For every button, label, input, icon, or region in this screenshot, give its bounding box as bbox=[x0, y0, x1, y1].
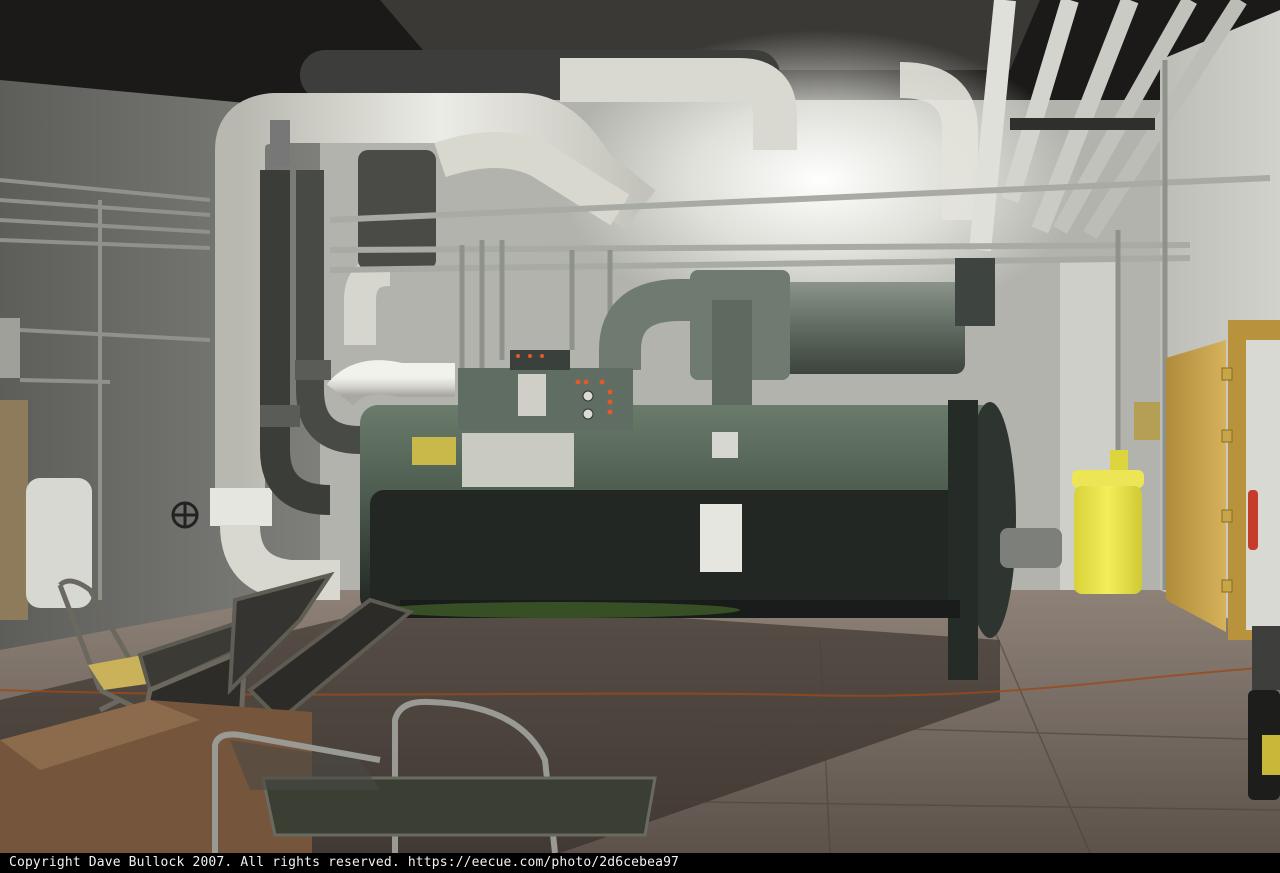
wiring-label-plate bbox=[462, 433, 574, 487]
inspection-tag-paper bbox=[700, 504, 742, 572]
floor-green-reflection bbox=[380, 602, 740, 618]
instrument-screen bbox=[518, 374, 546, 416]
yellow-warning-sticker bbox=[412, 437, 456, 465]
wall-panel bbox=[0, 400, 28, 620]
electrical-box bbox=[0, 318, 20, 378]
chiller-lower-shell bbox=[370, 490, 1000, 610]
photo-scene bbox=[0, 0, 1280, 853]
doorway-interior bbox=[1246, 340, 1280, 630]
diamond-placard bbox=[712, 432, 738, 458]
motor-terminal-box bbox=[955, 258, 995, 326]
pipe-collar bbox=[210, 488, 272, 526]
valve-wheel-left bbox=[171, 501, 199, 529]
copyright-caption: Copyright Dave Bullock 2007. All rights … bbox=[9, 855, 680, 870]
copyright-bar: Copyright Dave Bullock 2007. All rights … bbox=[0, 853, 1280, 873]
pipe-flange bbox=[270, 120, 290, 166]
pipe-hanger bbox=[1010, 118, 1155, 130]
compressor-neck bbox=[712, 300, 752, 410]
open-door bbox=[1166, 340, 1226, 632]
grey-container bbox=[1252, 626, 1280, 690]
white-pipe-mid bbox=[326, 360, 455, 407]
yellow-waste-bin bbox=[1072, 450, 1144, 594]
small-pump bbox=[1000, 528, 1062, 568]
fire-extinguisher bbox=[1248, 490, 1258, 550]
control-panel-top-box bbox=[510, 350, 570, 370]
wall-gauge-box bbox=[1134, 402, 1160, 440]
